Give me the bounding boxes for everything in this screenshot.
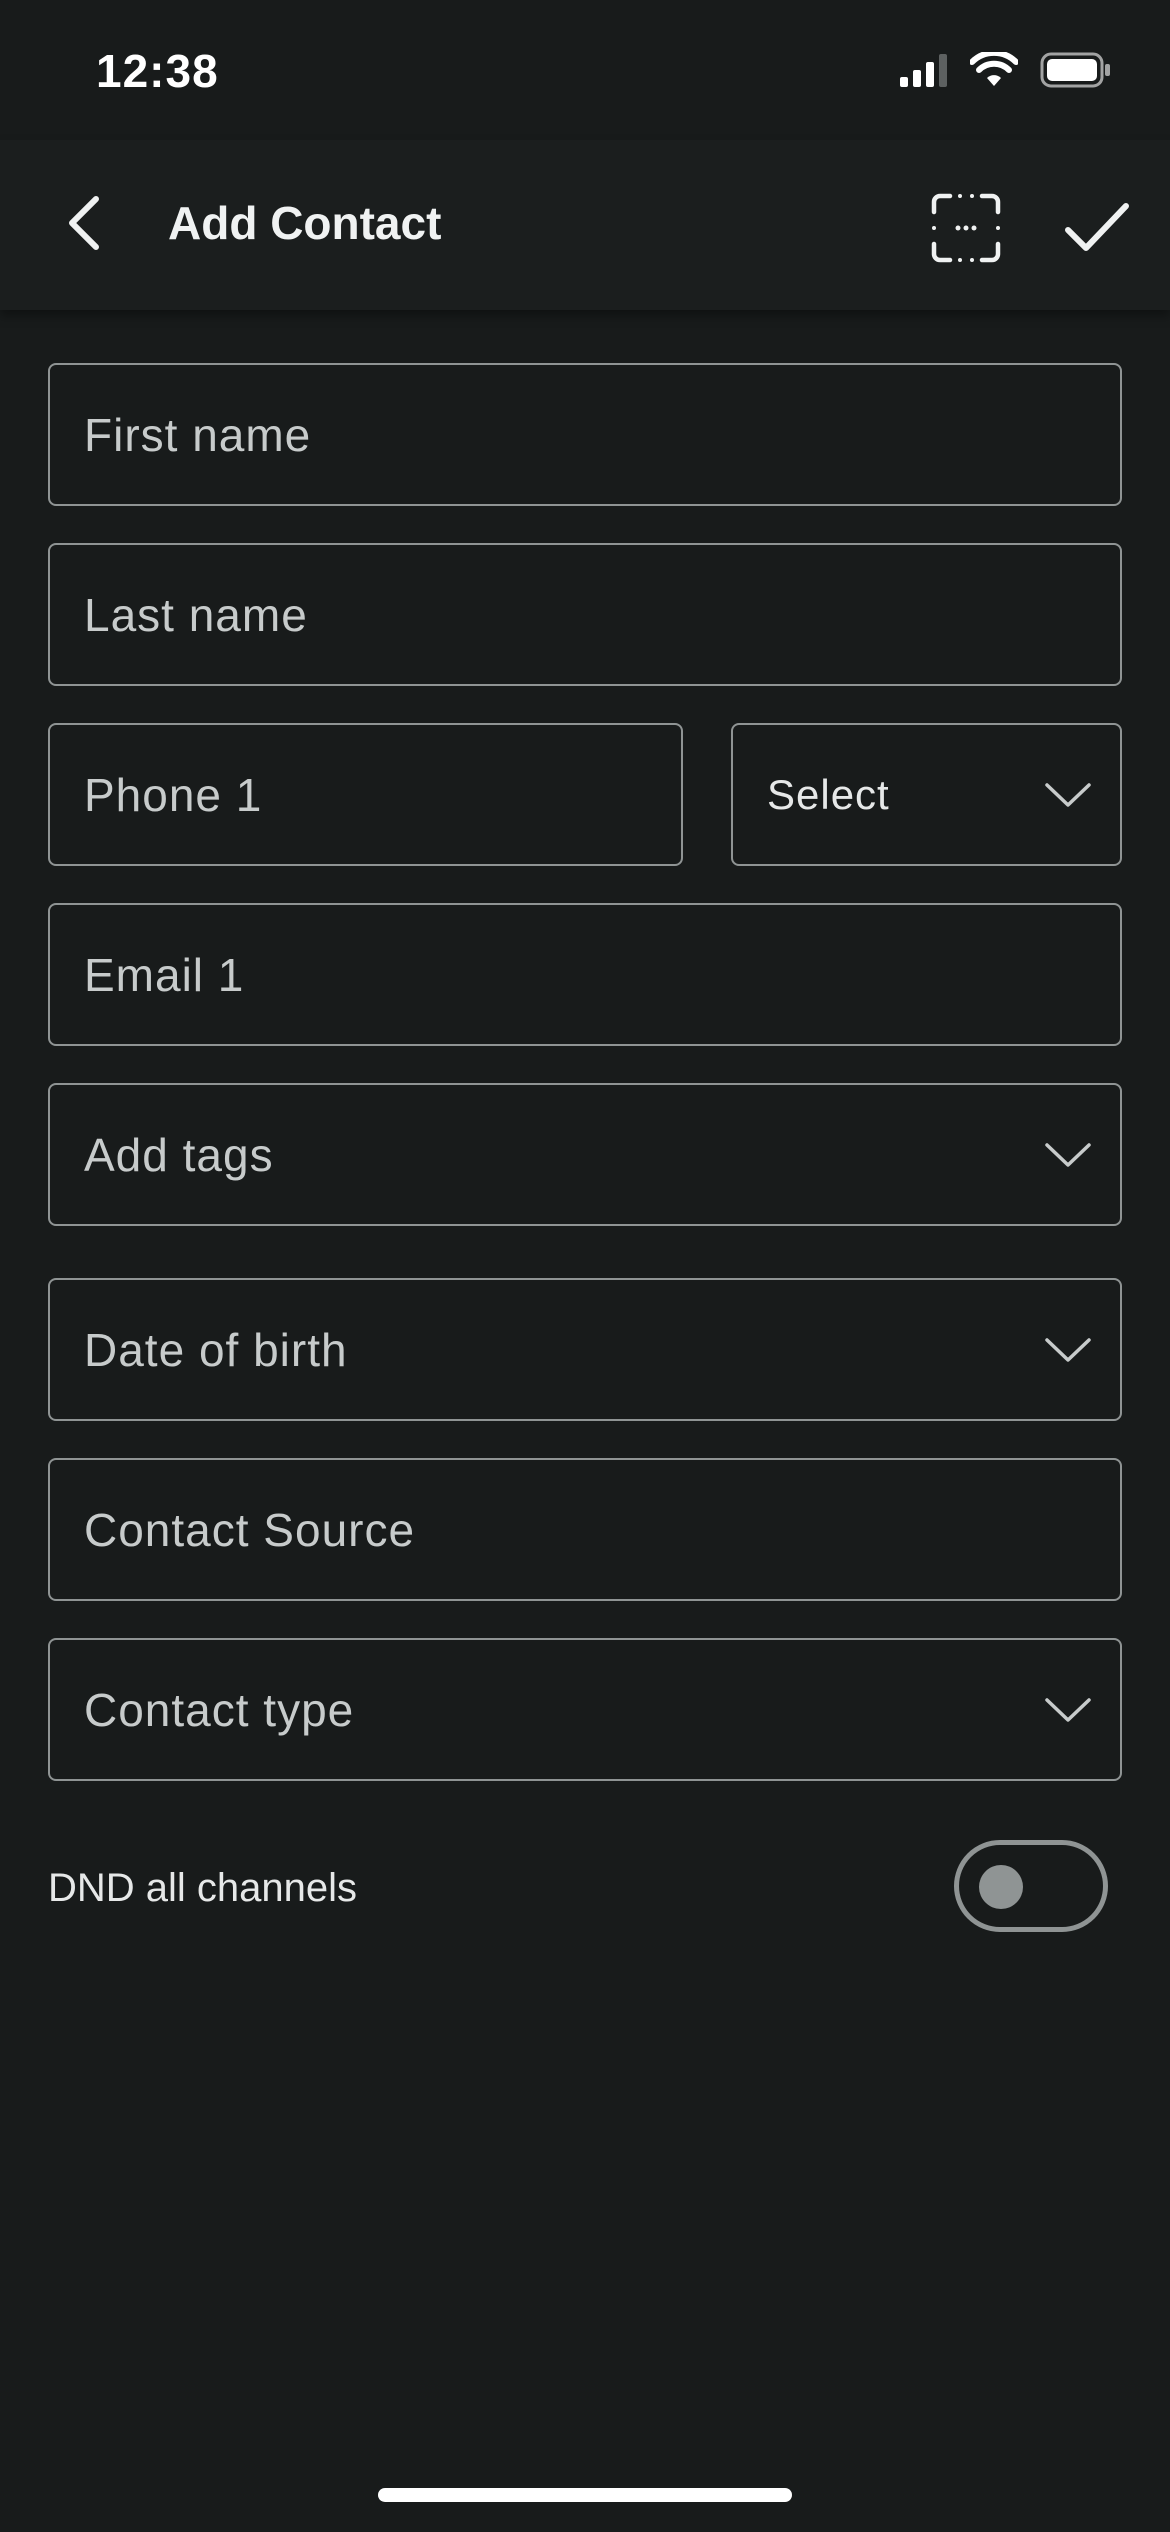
- add-tags-label: Add tags: [84, 1128, 274, 1181]
- phone-type-value: Select: [767, 770, 890, 818]
- save-button[interactable]: [1060, 192, 1132, 264]
- date-of-birth-label: Date of birth: [84, 1323, 348, 1376]
- phone-1-field[interactable]: [48, 723, 683, 866]
- app-header: Add Contact: [0, 140, 1170, 310]
- phone-1-input[interactable]: [84, 725, 595, 864]
- home-indicator: [378, 2488, 792, 2502]
- chevron-down-icon: [1045, 1697, 1091, 1722]
- email-1-input[interactable]: [84, 905, 1034, 1044]
- contact-type-label: Contact type: [84, 1683, 355, 1736]
- last-name-field[interactable]: [48, 543, 1122, 686]
- first-name-field[interactable]: [48, 363, 1122, 506]
- status-time: 12:38: [96, 45, 219, 97]
- last-name-input[interactable]: [84, 545, 1034, 684]
- chevron-left-icon: [69, 196, 99, 250]
- toggle-knob: [979, 1865, 1023, 1909]
- date-of-birth-select[interactable]: Date of birth: [48, 1278, 1122, 1421]
- chevron-down-icon: [1045, 1337, 1091, 1362]
- phone-type-select[interactable]: Select: [731, 723, 1122, 866]
- email-1-field[interactable]: [48, 903, 1122, 1046]
- scan-button[interactable]: [930, 192, 1002, 264]
- add-tags-select[interactable]: Add tags: [48, 1083, 1122, 1226]
- contact-source-input[interactable]: [84, 1460, 1034, 1599]
- battery-icon: [1040, 52, 1112, 93]
- dnd-toggle[interactable]: [954, 1840, 1108, 1932]
- status-bar: 12:38: [0, 0, 1170, 140]
- page-title: Add Contact: [168, 197, 442, 249]
- chevron-down-icon: [1045, 1142, 1091, 1167]
- dnd-label: DND all channels: [48, 1866, 358, 1910]
- signal-icon: [900, 53, 948, 92]
- scan-icon: [931, 193, 1001, 263]
- back-button[interactable]: [50, 188, 120, 258]
- status-icons: [900, 49, 1112, 93]
- contact-source-field[interactable]: [48, 1458, 1122, 1601]
- first-name-input[interactable]: [84, 365, 1034, 504]
- checkmark-icon: [1065, 203, 1129, 251]
- wifi-icon: [969, 49, 1019, 93]
- contact-type-select[interactable]: Contact type: [48, 1638, 1122, 1781]
- chevron-down-icon: [1045, 782, 1091, 807]
